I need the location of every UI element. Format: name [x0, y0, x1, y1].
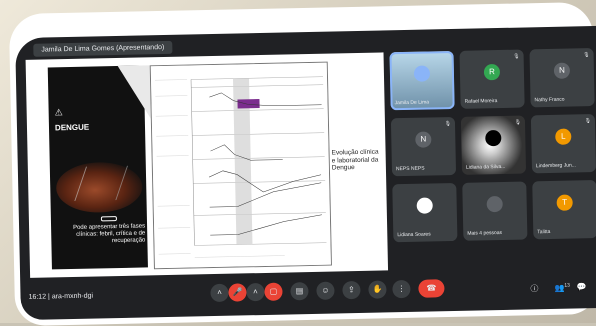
people-count: 13 — [564, 282, 571, 289]
participant-name: Nathy Franco — [534, 96, 565, 104]
presenter-label: Jamila De Lima Gomes (Apresentando) — [33, 40, 173, 57]
meet-window: Jamila De Lima Gomes (Apresentando) ⚠ DE… — [15, 25, 596, 321]
participant-tile[interactable]: R 🎙 Rafael Moreira — [459, 49, 525, 109]
slide-divider-icon — [100, 216, 117, 222]
participant-avatar: T — [556, 194, 573, 211]
participant-avatar — [486, 195, 503, 213]
mic-off-icon: 🎙 — [513, 53, 520, 60]
participant-tile[interactable]: L 🎙 Lindemberg Jun... — [530, 114, 596, 174]
participant-tile[interactable]: N 🎙 Nathy Franco — [529, 48, 595, 108]
participant-name: Mais 4 pessoas — [467, 229, 503, 237]
participant-name: Rafael Moreira — [464, 98, 498, 105]
captions-icon[interactable]: ▤ — [290, 282, 309, 301]
more-options-icon[interactable]: ˄ — [210, 283, 229, 303]
participant-name: Lidiana da Silva... — [465, 163, 506, 171]
participant-avatar — [416, 197, 433, 214]
participant-tile[interactable]: T Talitta — [532, 180, 596, 240]
people-icon[interactable]: 👥13 — [554, 283, 570, 293]
alert-icon: ⚠ — [54, 107, 63, 118]
info-icon[interactable]: ⓘ — [530, 283, 538, 294]
participant-name: NEPS NEPS — [395, 165, 425, 173]
mic-off-icon: 🎙 — [583, 52, 590, 59]
slide-right-text: Evolução clínica e laboratorial da Dengu… — [331, 148, 379, 172]
mic-off-icon: 🎙 — [444, 121, 452, 128]
separator: | — [47, 293, 50, 301]
participant-tile[interactable]: N 🎙 NEPS NEPS — [390, 116, 457, 177]
slide-description: Pode apresentar três fases clínicas: feb… — [72, 223, 146, 245]
mic-off-icon[interactable]: 🎤 — [228, 283, 247, 302]
more-options-icon[interactable]: ˄ — [246, 282, 265, 302]
slide-left-title: DENGUE — [54, 122, 90, 133]
chat-icon[interactable]: 💬 — [576, 282, 586, 291]
emoji-icon[interactable]: ☺ — [316, 281, 335, 300]
participant-name: Lidiana Soares — [397, 231, 431, 239]
participant-name: Jamila De Lima — [394, 99, 430, 107]
camera-off-icon[interactable]: ▢ — [264, 282, 283, 301]
slide-left-panel: ⚠ DENGUE Pode apresentar três fases clín… — [47, 64, 168, 270]
mic-off-icon: 🎙 — [584, 118, 592, 125]
mic-off-icon: 🎙 — [514, 119, 522, 126]
meeting-info: 16:12 | ara-mxnh-dgi — [28, 293, 93, 301]
participant-avatar: L — [555, 128, 572, 145]
participant-name: Talitta — [537, 228, 551, 236]
participant-name: Lindemberg Jun... — [535, 162, 576, 170]
dengue-evolution-chart — [149, 61, 332, 270]
participant-avatar — [413, 65, 431, 82]
participant-avatar: N — [415, 131, 432, 148]
more-vert-icon[interactable]: ⋮ — [392, 279, 411, 299]
participant-tile[interactable]: Lidiana Soares — [392, 182, 458, 243]
meeting-code: ara-mxnh-dgi — [51, 292, 94, 301]
present-icon[interactable]: ⇪ — [342, 280, 361, 300]
raise-hand-icon[interactable]: ✋ — [368, 280, 387, 299]
participant-grid: Jamila De Lima R 🎙 Rafael Moreira N 🎙 Nathy Fr… — [389, 48, 596, 272]
participant-avatar: R — [483, 64, 501, 81]
leave-call-icon[interactable]: ☎ — [418, 279, 445, 298]
clock: 16:12 — [28, 293, 47, 301]
participant-tile[interactable]: Mais 4 pessoas — [462, 181, 528, 241]
participant-tile[interactable]: Jamila De Lima — [389, 50, 455, 111]
participant-avatar: N — [553, 62, 571, 79]
participant-tile[interactable]: 🎙 Lidiana da Silva... — [460, 115, 527, 175]
presentation-slide: ⚠ DENGUE Pode apresentar três fases clín… — [25, 52, 389, 278]
participant-avatar — [485, 129, 502, 147]
